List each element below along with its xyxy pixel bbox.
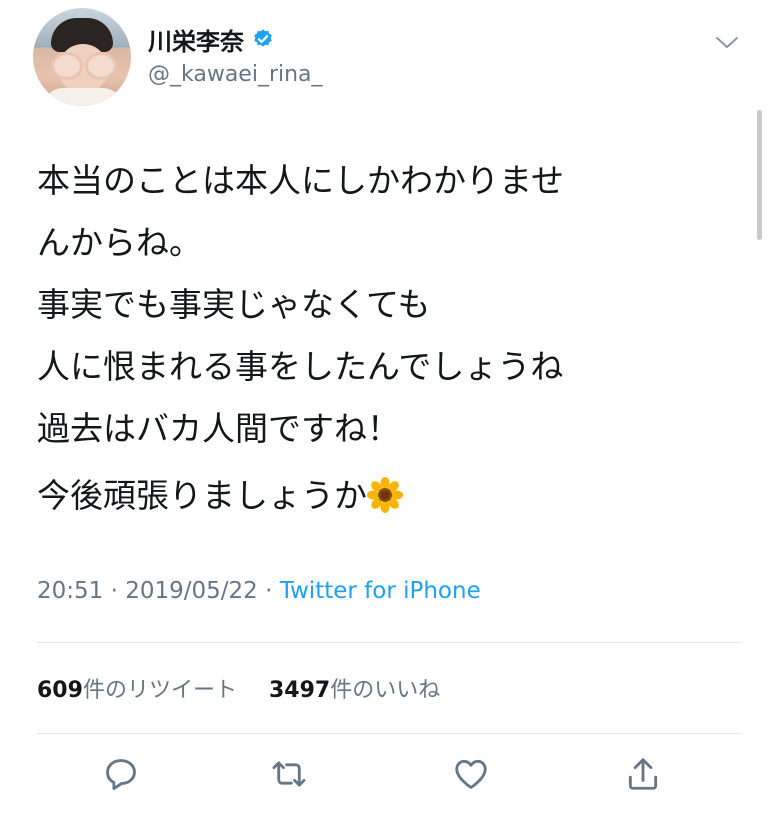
tweet-source-link[interactable]: Twitter for iPhone	[280, 578, 481, 604]
name-row[interactable]: 川栄李奈	[148, 22, 274, 57]
reply-icon[interactable]	[102, 755, 140, 793]
retweet-icon[interactable]	[270, 755, 308, 793]
retweets-count: 609	[37, 678, 83, 703]
display-name[interactable]: 川栄李奈	[148, 22, 244, 57]
user-handle[interactable]: @_kawaei_rina_	[148, 62, 323, 87]
scrollbar[interactable]	[757, 110, 762, 240]
avatar-hand-left	[51, 52, 83, 80]
tweet-time[interactable]: 20:51	[37, 578, 103, 604]
tweet-line: 人に恨まれる事をしたんでしょうね	[37, 347, 564, 386]
tweet-text: 本当のことは本人にしかわかりませ んからね。 事実でも事実じゃなくても 人に恨ま…	[37, 150, 737, 527]
tweet-stats: 609件のリツイート 3497件のいいね	[37, 672, 440, 704]
meta-separator: ·	[110, 578, 118, 604]
tweet-meta: 20:51 · 2019/05/22 · Twitter for iPhone	[37, 578, 481, 604]
meta-separator: ·	[265, 578, 273, 604]
sunflower-icon	[367, 476, 403, 513]
action-bar	[0, 745, 768, 805]
tweet-line: 今後頑張りましょうか	[37, 476, 367, 515]
like-icon[interactable]	[452, 755, 490, 793]
divider	[37, 733, 742, 734]
tweet-line-last: 今後頑張りましょうか	[37, 465, 737, 527]
likes-label: 件のいいね	[330, 678, 441, 703]
chevron-down-icon[interactable]	[714, 32, 740, 52]
tweet-line: 本当のことは本人にしかわかりませ	[37, 161, 565, 200]
tweet-line: 過去はバカ人間ですね！	[37, 409, 400, 448]
divider	[37, 642, 742, 643]
share-icon[interactable]	[624, 755, 662, 793]
verified-badge-icon	[254, 29, 272, 47]
avatar-hand-right	[85, 52, 117, 80]
likes-stat[interactable]: 3497件のいいね	[269, 678, 440, 703]
tweet-line: んからね。	[37, 223, 202, 262]
likes-count: 3497	[268, 678, 331, 703]
tweet-header: 川栄李奈 @_kawaei_rina_	[0, 0, 768, 120]
tweet-date[interactable]: 2019/05/22	[125, 578, 258, 604]
retweets-stat[interactable]: 609件のリツイート	[37, 678, 237, 703]
tweet-line: 事実でも事実じゃなくても	[37, 285, 431, 324]
avatar[interactable]	[33, 8, 131, 106]
avatar-body	[43, 88, 123, 106]
retweets-label: 件のリツイート	[82, 678, 237, 703]
